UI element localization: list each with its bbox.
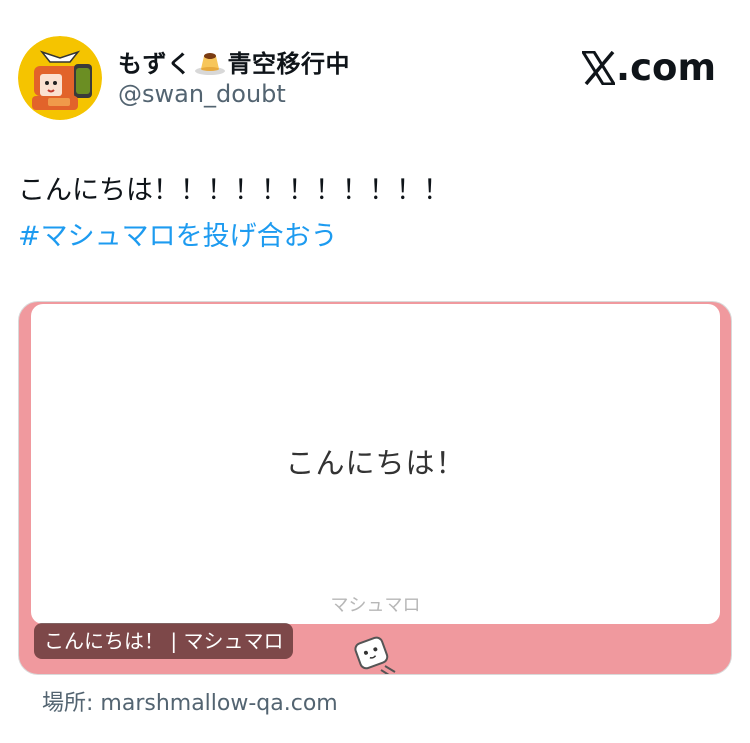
marshmallow-mascot-icon	[351, 632, 399, 674]
display-name[interactable]: もずく 青空移行中	[118, 44, 350, 79]
tweet-text: こんにちは！！！！！！！！！！！	[18, 175, 450, 206]
card-service-label: マシュマロ	[330, 595, 421, 616]
display-name-prefix: もずく	[118, 50, 192, 78]
pudding-icon	[194, 47, 226, 77]
user-handle[interactable]: @swan_doubt	[118, 80, 286, 108]
card-preview: こんにちは！ マシュマロ	[31, 304, 720, 624]
hashtag-link[interactable]: #マシュマロを投げ合おう	[18, 214, 450, 260]
tweet-body: こんにちは！！！！！！！！！！！ #マシュマロを投げ合おう	[18, 168, 450, 260]
avatar[interactable]	[18, 36, 102, 120]
card-message: こんにちは！	[285, 446, 466, 480]
card-caption: こんにちは！ | マシュマロ	[34, 623, 294, 659]
card-source[interactable]: 場所: marshmallow-qa.com	[42, 685, 338, 717]
x-logo-icon	[580, 50, 617, 85]
avatar-illustration	[18, 36, 102, 120]
display-name-suffix: 青空移行中	[227, 50, 350, 78]
link-card[interactable]: こんにちは！ マシュマロ こんにちは！ | マシュマロ	[18, 301, 732, 675]
brand-logo[interactable]: .com	[580, 46, 716, 89]
brand-domain: .com	[616, 46, 716, 89]
